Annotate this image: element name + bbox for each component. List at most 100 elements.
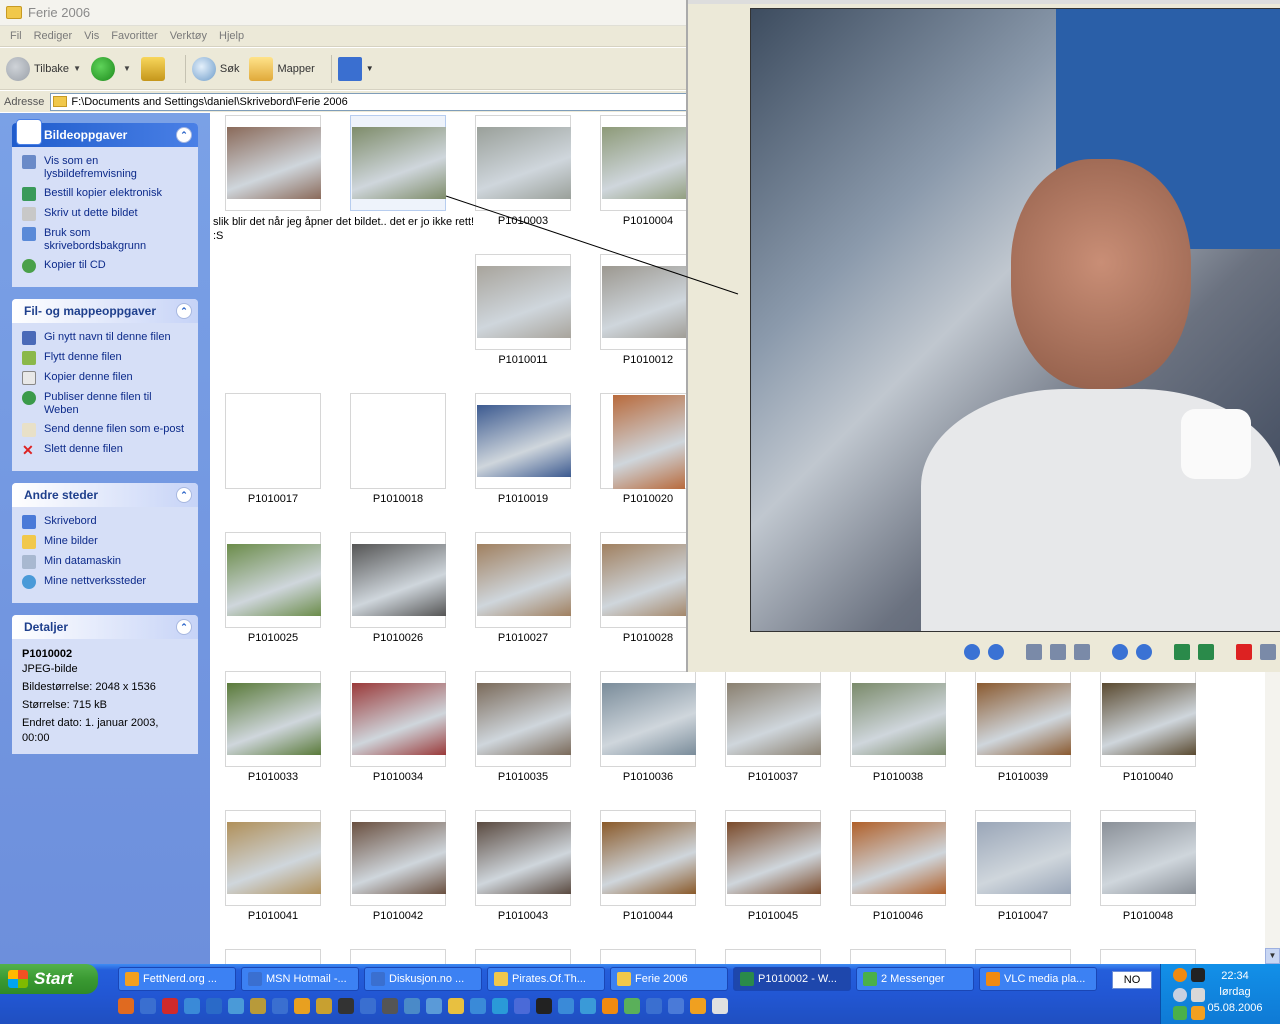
quick-launch-icon[interactable]	[360, 998, 376, 1014]
thumbnail[interactable]	[600, 532, 696, 628]
thumbnail[interactable]	[975, 810, 1071, 906]
thumbnail-label[interactable]: P1010040	[1083, 771, 1213, 783]
taskbar-button[interactable]: Pirates.Of.Th...	[487, 967, 605, 991]
quick-launch-icon[interactable]	[492, 998, 508, 1014]
quick-launch-icon[interactable]	[184, 998, 200, 1014]
thumbnail-label[interactable]: P1010018	[333, 493, 463, 505]
thumbnail-label[interactable]: P1010026	[333, 632, 463, 644]
place-my-pictures[interactable]: Mine bilder	[22, 535, 188, 549]
thumbnail[interactable]	[600, 949, 696, 964]
thumbnail[interactable]	[475, 254, 571, 350]
task-slideshow[interactable]: Vis som en lysbildefremvisning	[22, 155, 188, 181]
quick-launch-icon[interactable]	[646, 998, 662, 1014]
thumbnail-label[interactable]: P1010035	[458, 771, 588, 783]
tray-messenger-icon[interactable]	[1173, 1006, 1187, 1020]
thumbnail-label[interactable]: P1010048	[1083, 910, 1213, 922]
back-dropdown-icon[interactable]: ▼	[73, 64, 81, 73]
thumbnail[interactable]	[225, 532, 321, 628]
next-image-icon[interactable]	[988, 644, 1004, 660]
file-tasks-header[interactable]: Fil- og mappeoppgaver ⌃	[12, 299, 198, 323]
views-button[interactable]: ▼	[337, 56, 374, 81]
task-print[interactable]: Skriv ut dette bildet	[22, 207, 188, 221]
task-order-prints[interactable]: Bestill kopier elektronisk	[22, 187, 188, 201]
rotate-clockwise-icon[interactable]	[1174, 644, 1190, 660]
thumbnail[interactable]	[225, 949, 321, 964]
taskbar-button[interactable]: Ferie 2006	[610, 967, 728, 991]
address-field[interactable]: F:\Documents and Settings\daniel\Skriveb…	[50, 92, 690, 111]
menu-file[interactable]: Fil	[10, 30, 22, 42]
quick-launch-icon[interactable]	[140, 998, 156, 1014]
picture-tasks-header[interactable]: Bildeoppgaver ⌃	[12, 119, 198, 147]
thumbnail[interactable]	[225, 810, 321, 906]
taskbar-button[interactable]: VLC media pla...	[979, 967, 1097, 991]
thumbnail[interactable]	[475, 115, 571, 211]
collapse-icon[interactable]: ⌃	[176, 619, 192, 635]
thumbnail[interactable]	[350, 949, 446, 964]
previous-image-icon[interactable]	[964, 644, 980, 660]
slideshow-icon[interactable]	[1074, 644, 1090, 660]
task-copy[interactable]: Kopier denne filen	[22, 371, 188, 385]
thumbnail[interactable]	[475, 393, 571, 489]
tray-app-icon[interactable]	[1173, 968, 1187, 982]
forward-button[interactable]	[90, 56, 119, 81]
thumbnail[interactable]	[350, 115, 446, 211]
folders-button[interactable]: Mapper	[249, 56, 315, 81]
task-set-background[interactable]: Bruk som skrivebordsbakgrunn	[22, 227, 188, 253]
thumbnail[interactable]	[850, 810, 946, 906]
zoom-out-icon[interactable]	[1136, 644, 1152, 660]
quick-launch-icon[interactable]	[580, 998, 596, 1014]
thumbnail-label[interactable]: P1010034	[333, 771, 463, 783]
task-publish[interactable]: Publiser denne filen til Weben	[22, 391, 188, 417]
thumbnail[interactable]	[725, 671, 821, 767]
quick-launch-icon[interactable]	[118, 998, 134, 1014]
actual-size-icon[interactable]	[1050, 644, 1066, 660]
thumbnail[interactable]	[600, 810, 696, 906]
details-header[interactable]: Detaljer ⌃	[12, 615, 198, 639]
thumbnail[interactable]	[725, 810, 821, 906]
quick-launch-icon[interactable]	[250, 998, 266, 1014]
thumbnail-label[interactable]: P1010033	[210, 771, 338, 783]
thumbnail-label[interactable]: P1010036	[583, 771, 713, 783]
zoom-in-icon[interactable]	[1112, 644, 1128, 660]
task-email[interactable]: Send denne filen som e-post	[22, 423, 188, 437]
taskbar-button[interactable]: Diskusjon.no ...	[364, 967, 482, 991]
task-move[interactable]: Flytt denne filen	[22, 351, 188, 365]
thumbnail[interactable]	[975, 949, 1071, 964]
search-button[interactable]: Søk	[191, 56, 239, 81]
thumbnail[interactable]	[1100, 671, 1196, 767]
taskbar-button[interactable]: 2 Messenger	[856, 967, 974, 991]
thumbnail[interactable]	[725, 949, 821, 964]
thumbnail[interactable]	[1100, 949, 1196, 964]
forward-dropdown-icon[interactable]: ▼	[123, 64, 131, 73]
taskbar-button[interactable]: MSN Hotmail -...	[241, 967, 359, 991]
viewer-title-bar[interactable]	[688, 0, 1280, 4]
thumbnail[interactable]	[600, 254, 696, 350]
thumbnail-label[interactable]: P1010046	[833, 910, 963, 922]
menu-tools[interactable]: Verktøy	[170, 30, 207, 42]
thumbnail-label[interactable]: P1010003	[458, 215, 588, 227]
thumbnail[interactable]	[975, 671, 1071, 767]
place-my-computer[interactable]: Min datamaskin	[22, 555, 188, 569]
thumbnail-label[interactable]: P1010041	[210, 910, 338, 922]
task-delete[interactable]: ✕ Slett denne filen	[22, 443, 188, 457]
quick-launch-icon[interactable]	[426, 998, 442, 1014]
thumbnail-label[interactable]: P1010045	[708, 910, 838, 922]
quick-launch-icon[interactable]	[338, 998, 354, 1014]
thumbnail-label[interactable]: P1010043	[458, 910, 588, 922]
thumbnail[interactable]	[475, 671, 571, 767]
quick-launch-icon[interactable]	[162, 998, 178, 1014]
thumbnail[interactable]	[475, 810, 571, 906]
menu-help[interactable]: Hjelp	[219, 30, 244, 42]
quick-launch-icon[interactable]	[206, 998, 222, 1014]
thumbnail-label[interactable]: P1010027	[458, 632, 588, 644]
quick-launch-icon[interactable]	[602, 998, 618, 1014]
thumbnail[interactable]	[225, 671, 321, 767]
thumbnail-label[interactable]: P1010037	[708, 771, 838, 783]
thumbnail-label[interactable]: P1010019	[458, 493, 588, 505]
menu-favorites[interactable]: Favoritter	[111, 30, 157, 42]
quick-launch-icon[interactable]	[668, 998, 684, 1014]
rotate-counterclockwise-icon[interactable]	[1198, 644, 1214, 660]
back-button[interactable]: Tilbake	[6, 56, 69, 81]
quick-launch-icon[interactable]	[624, 998, 640, 1014]
thumbnail-label[interactable]: P1010044	[583, 910, 713, 922]
